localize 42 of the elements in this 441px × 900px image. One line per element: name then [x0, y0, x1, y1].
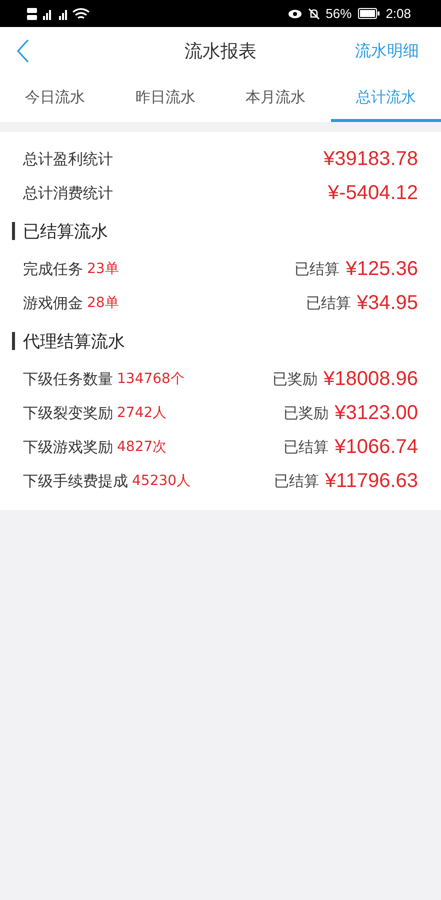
- tab[interactable]: 今日流水: [0, 75, 110, 122]
- status-label: 已结算: [274, 472, 319, 490]
- count-value: 28单: [87, 294, 119, 312]
- back-button[interactable]: [16, 39, 30, 63]
- row-label: 下级游戏奖励: [23, 438, 113, 456]
- amount-value: ¥11796.63: [324, 470, 418, 492]
- section-title: 代理结算流水: [23, 330, 125, 352]
- status-label: 已结算: [294, 260, 340, 278]
- amount-value: ¥1066.74: [334, 436, 418, 458]
- battery-percent: 56%: [326, 6, 352, 21]
- tab[interactable]: 本月流水: [220, 75, 331, 122]
- tab[interactable]: 昨日流水: [110, 75, 220, 122]
- status-label: 已奖励: [272, 370, 318, 388]
- status-time: 2:08: [386, 6, 411, 21]
- page-title: 流水报表: [184, 40, 258, 63]
- amount-value: ¥3123.00: [334, 402, 418, 424]
- row-label: 下级手续费提成: [23, 472, 128, 490]
- amount-value: ¥18008.96: [323, 368, 418, 390]
- section-marker: [12, 222, 15, 240]
- amount-value: ¥34.95: [356, 292, 418, 314]
- status-label: 已奖励: [284, 404, 329, 422]
- section-title: 已结算流水: [23, 220, 108, 242]
- amount-value: ¥39183.78: [323, 148, 418, 170]
- row-label: 下级任务数量: [23, 370, 113, 388]
- row-label: 游戏佣金: [23, 294, 83, 312]
- row-label: 总计盈利统计: [23, 150, 113, 168]
- section-marker: [12, 332, 15, 350]
- row-label: 总计消费统计: [23, 184, 113, 202]
- amount-value: ¥-5404.12: [328, 182, 418, 204]
- status-label: 已结算: [284, 438, 329, 456]
- row-label: 下级裂变奖励: [23, 404, 113, 422]
- amount-value: ¥125.36: [346, 258, 418, 280]
- status-label: 已结算: [306, 294, 351, 312]
- count-value: 45230人: [132, 472, 191, 490]
- muted-bell-icon: [308, 8, 320, 20]
- count-value: 4827次: [117, 438, 167, 456]
- row-label: 完成任务: [23, 260, 83, 278]
- count-value: 134768个: [117, 370, 184, 388]
- battery-icon: [358, 8, 380, 19]
- eye-icon: [288, 8, 302, 18]
- count-value: 2742人: [117, 404, 167, 422]
- count-value: 23单: [87, 260, 119, 278]
